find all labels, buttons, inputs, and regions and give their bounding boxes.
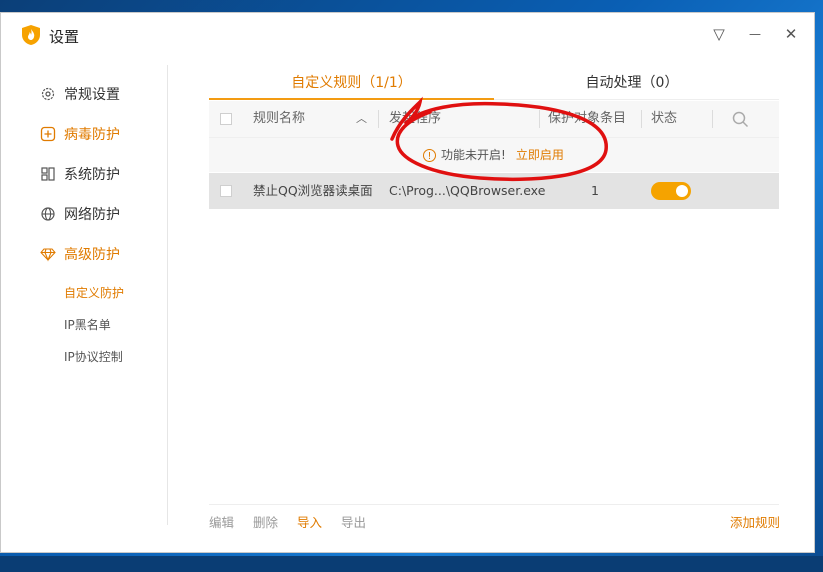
tab-auto-handle[interactable]: 自动处理（0） [494,71,770,101]
column-header-status: 状态 [651,111,678,126]
status-toggle[interactable] [651,182,691,200]
sidebar-item-advanced[interactable]: 高级防护 [40,244,120,264]
search-icon[interactable] [732,111,749,128]
minimize-button[interactable]: — [744,23,766,45]
close-button[interactable]: ✕ [780,23,802,45]
desktop-background [0,556,823,572]
sidebar-item-system[interactable]: 系统防护 [40,164,120,184]
window-title: 设置 [49,28,80,46]
sidebar: 常规设置 病毒防护 系统防护 网络防护 高级防护 自定义防护 IP黑名单 IP协… [1,57,167,527]
sidebar-item-network[interactable]: 网络防护 [40,204,120,224]
gear-icon [41,87,55,101]
sidebar-item-label: 常规设置 [64,87,120,103]
diamond-icon [40,248,56,262]
shield-logo-icon [22,25,40,45]
column-header-name[interactable]: 规则名称 [253,101,305,137]
sidebar-item-label: 高级防护 [64,247,120,263]
menu-dropdown-button[interactable]: ▽ [708,23,730,45]
disabled-notice-bar: ! 功能未开启! 立即启用 [209,137,779,172]
table-row[interactable]: 禁止QQ浏览器读桌面 C:\Prog...\QQBrowser.exe 1 [209,173,779,209]
notice-content: ! 功能未开启! 立即启用 [423,138,564,172]
table-header: 规则名称 ︿ 发起程序 保护对象条目 状态 [209,101,779,137]
subitem-ip-protocol[interactable]: IP协议控制 [64,348,123,365]
column-header-target: 保护对象条目 [548,111,627,126]
sidebar-item-label: 系统防护 [64,167,120,183]
tab-custom-rules[interactable]: 自定义规则（1/1） [209,71,494,101]
sidebar-item-label: 网络防护 [64,207,120,223]
delete-button[interactable]: 删除 [253,512,278,531]
tab-active-indicator [209,98,494,100]
grid-icon [41,167,55,181]
sidebar-item-general[interactable]: 常规设置 [40,84,120,104]
subitem-custom-protection[interactable]: 自定义防护 [64,284,124,301]
row-checkbox[interactable] [220,185,232,197]
footer-divider [209,504,779,505]
warning-icon: ! [423,148,436,162]
title-bar: 设置 ▽ — ✕ [1,13,814,57]
enable-now-link[interactable]: 立即启用 [516,140,564,170]
column-header-program: 发起程序 [389,111,442,126]
export-button[interactable]: 导出 [341,512,366,531]
column-separator [539,110,540,128]
target-count-cell: 1 [591,183,599,198]
select-all-checkbox[interactable] [220,113,232,125]
sidebar-item-label: 病毒防护 [64,127,120,143]
notice-text: 功能未开启! [441,148,506,162]
rule-name-cell: 禁止QQ浏览器读桌面 [253,183,373,198]
edit-button[interactable]: 编辑 [209,512,234,531]
globe-icon [41,207,55,221]
program-cell: C:\Prog...\QQBrowser.exe [389,183,546,198]
sidebar-divider [167,65,168,525]
column-separator [712,110,713,128]
subitem-ip-blacklist[interactable]: IP黑名单 [64,316,111,333]
sort-chevron-up-icon[interactable]: ︿ [356,101,367,137]
sidebar-item-virus[interactable]: 病毒防护 [40,124,120,144]
settings-window: 设置 ▽ — ✕ 常规设置 病毒防护 系统防护 网络防护 高级防护 自定义防护 … [0,12,815,553]
add-rule-button[interactable]: 添加规则 [730,512,780,531]
tab-bar: 自定义规则（1/1） 自动处理（0） [209,71,779,101]
plus-square-icon [40,126,56,142]
column-separator [641,110,642,128]
import-button[interactable]: 导入 [297,512,322,531]
column-separator [378,110,379,128]
